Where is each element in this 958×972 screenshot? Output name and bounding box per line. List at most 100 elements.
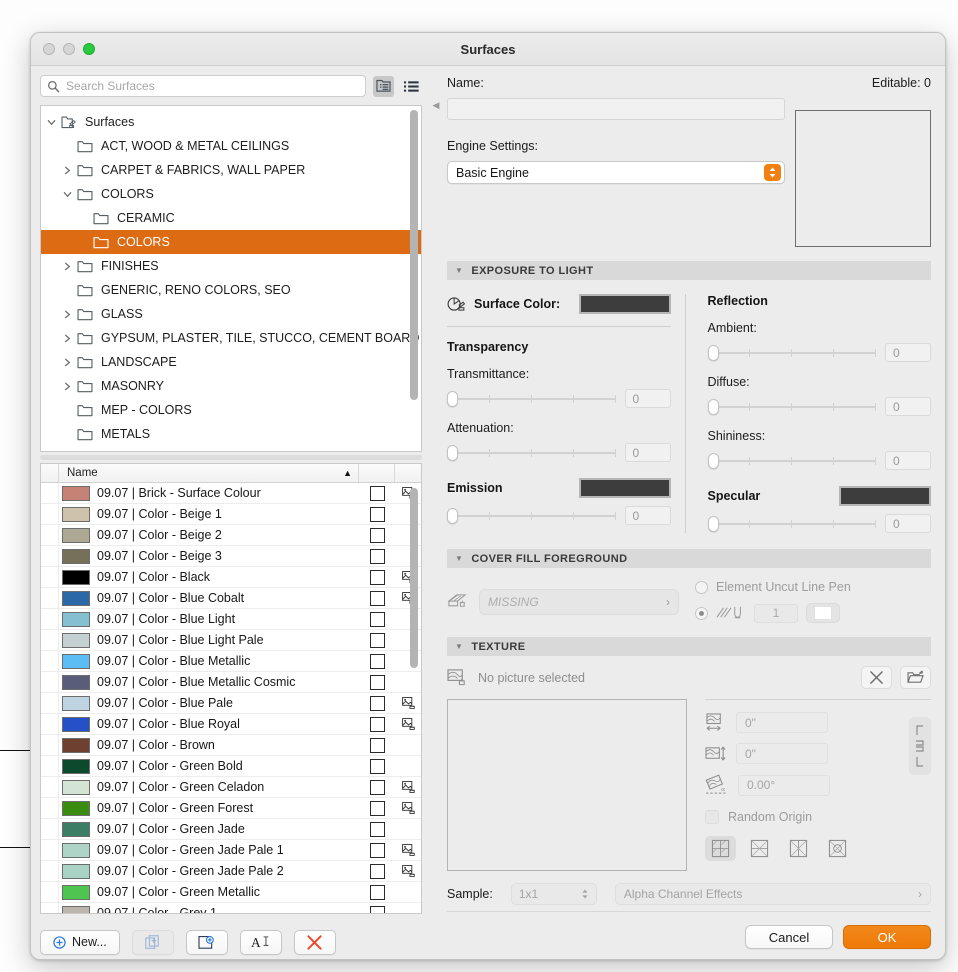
tree-vertical-scrollbar[interactable] xyxy=(410,110,418,400)
texture-open-button[interactable] xyxy=(900,666,931,689)
texture-link-proportions-button[interactable] xyxy=(909,717,931,775)
table-row[interactable]: 09.07 | Color - Blue Cobalt xyxy=(41,588,421,609)
orient-mirror-x-icon[interactable] xyxy=(744,836,775,861)
texture-section-header[interactable]: ▼ TEXTURE xyxy=(447,637,931,656)
search-input-container[interactable] xyxy=(40,75,366,97)
diffuse-value[interactable]: 0 xyxy=(885,397,931,416)
surface-checkbox[interactable] xyxy=(369,758,385,774)
table-row[interactable]: 09.07 | Color - Blue Light Pale xyxy=(41,630,421,651)
tree-item-metals[interactable]: METALS xyxy=(41,422,421,446)
surface-checkbox[interactable] xyxy=(369,674,385,690)
horizontal-splitter[interactable] xyxy=(40,452,422,463)
table-row[interactable]: 09.07 | Color - Blue Pale xyxy=(41,693,421,714)
cover-fill-section-header[interactable]: ▼ COVER FILL FOREGROUND xyxy=(447,549,931,568)
transmittance-slider[interactable] xyxy=(447,390,616,407)
splitter-collapse-icon[interactable]: ◀ xyxy=(433,100,440,111)
texture-width-input[interactable]: 0" xyxy=(736,712,828,733)
sample-select[interactable]: 1x1 xyxy=(510,883,597,905)
surface-checkbox[interactable] xyxy=(369,779,385,795)
chevron-right-icon[interactable] xyxy=(63,334,77,343)
surface-checkbox[interactable] xyxy=(369,863,385,879)
table-row[interactable]: 09.07 | Color - Green Jade Pale 1 xyxy=(41,840,421,861)
table-row[interactable]: 09.07 | Color - Green Bold xyxy=(41,756,421,777)
engine-settings-select[interactable]: Basic Engine xyxy=(447,161,785,184)
random-origin-checkbox[interactable] xyxy=(705,810,719,824)
tree-item-surfaces[interactable]: Surfaces xyxy=(41,110,421,134)
table-row[interactable]: 09.07 | Color - Green Jade xyxy=(41,819,421,840)
specular-color-swatch[interactable] xyxy=(839,486,931,506)
shininess-slider[interactable] xyxy=(707,452,876,469)
table-row[interactable]: 09.07 | Color - Green Forest xyxy=(41,798,421,819)
ok-button[interactable]: OK xyxy=(843,925,931,949)
tree-item-carpet-fabrics-wall-paper[interactable]: CARPET & FABRICS, WALL PAPER xyxy=(41,158,421,182)
duplicate-surface-button[interactable] xyxy=(131,929,174,955)
tree-item-landscape[interactable]: LANDSCAPE xyxy=(41,350,421,374)
ambient-slider[interactable] xyxy=(707,344,876,361)
surface-checkbox[interactable] xyxy=(369,821,385,837)
tree-item-glass[interactable]: GLASS xyxy=(41,302,421,326)
surface-checkbox[interactable] xyxy=(369,485,385,501)
search-input[interactable] xyxy=(66,79,359,93)
surfaces-list[interactable]: Name ▲ 09.07 | Brick - Surface Colour 09.… xyxy=(40,463,422,914)
custom-pen-radio-row[interactable]: 1 xyxy=(695,603,931,623)
tree-item-colors[interactable]: COLORS xyxy=(41,230,421,254)
table-row[interactable]: 09.07 | Color - Beige 1 xyxy=(41,504,421,525)
orient-rotate-icon[interactable] xyxy=(822,836,853,861)
cancel-button[interactable]: Cancel xyxy=(745,925,833,949)
exposure-section-header[interactable]: ▼ EXPOSURE TO LIGHT xyxy=(447,261,931,280)
table-row[interactable]: 09.07 | Color - Green Jade Pale 2 xyxy=(41,861,421,882)
chevron-right-icon[interactable] xyxy=(63,166,77,175)
list-vertical-scrollbar[interactable] xyxy=(410,488,418,668)
table-row[interactable]: 09.07 | Color - Grey 1 xyxy=(41,903,421,913)
table-row[interactable]: 09.07 | Color - Blue Light xyxy=(41,609,421,630)
texture-angle-input[interactable]: 0.00° xyxy=(738,774,830,796)
surface-checkbox[interactable] xyxy=(369,611,385,627)
table-row[interactable]: 09.07 | Color - Blue Royal xyxy=(41,714,421,735)
surfaces-tree[interactable]: Surfaces ACT, WOOD & METAL CEILINGS CARPET… xyxy=(40,105,422,452)
surface-checkbox[interactable] xyxy=(369,653,385,669)
custom-pen-radio[interactable] xyxy=(695,606,708,620)
new-surface-button[interactable]: New... xyxy=(40,929,120,955)
orient-normal-icon[interactable] xyxy=(705,836,736,861)
diffuse-slider[interactable] xyxy=(707,398,876,415)
uncut-pen-radio-row[interactable]: Element Uncut Line Pen xyxy=(695,580,931,594)
table-row[interactable]: 09.07 | Color - Beige 3 xyxy=(41,546,421,567)
chevron-right-icon[interactable] xyxy=(63,310,77,319)
table-row[interactable]: 09.07 | Brick - Surface Colour xyxy=(41,483,421,504)
surface-color-swatch[interactable] xyxy=(578,294,671,314)
tree-item-ceramic[interactable]: CERAMIC xyxy=(41,206,421,230)
table-row[interactable]: 09.07 | Color - Green Celadon xyxy=(41,777,421,798)
list-header-name-col[interactable]: Name ▲ xyxy=(59,464,359,482)
transmittance-value[interactable]: 0 xyxy=(624,389,671,408)
alpha-channel-effects-button[interactable]: Alpha Channel Effects › xyxy=(614,883,931,905)
uncut-pen-radio[interactable] xyxy=(695,580,708,594)
chevron-down-icon[interactable] xyxy=(47,118,61,127)
table-row[interactable]: 09.07 | Color - Brown xyxy=(41,735,421,756)
tree-view-toggle[interactable] xyxy=(373,75,394,97)
table-row[interactable]: 09.07 | Color - Green Metallic xyxy=(41,882,421,903)
chevron-right-icon[interactable] xyxy=(63,262,77,271)
table-row[interactable]: 09.07 | Color - Blue Metallic Cosmic xyxy=(41,672,421,693)
surface-name-input[interactable] xyxy=(447,98,785,120)
surface-checkbox[interactable] xyxy=(369,527,385,543)
attenuation-slider[interactable] xyxy=(447,444,616,461)
texture-height-input[interactable]: 0" xyxy=(736,743,828,764)
table-row[interactable]: 09.07 | Color - Black xyxy=(41,567,421,588)
surface-checkbox[interactable] xyxy=(369,506,385,522)
table-row[interactable]: 09.07 | Color - Beige 2 xyxy=(41,525,421,546)
tree-item-gypsum-plaster-tile-stucco-cement-board[interactable]: GYPSUM, PLASTER, TILE, STUCCO, CEMENT BO… xyxy=(41,326,421,350)
emission-slider[interactable] xyxy=(447,507,616,524)
tree-item-finishes[interactable]: FINISHES xyxy=(41,254,421,278)
pen-number-input[interactable]: 1 xyxy=(754,603,798,623)
shininess-value[interactable]: 0 xyxy=(885,451,931,470)
specular-slider[interactable] xyxy=(707,515,876,532)
tree-item-generic-reno-colors-seo[interactable]: GENERIC, RENO COLORS, SEO xyxy=(41,278,421,302)
table-row[interactable]: 09.07 | Color - Blue Metallic xyxy=(41,651,421,672)
tree-item-act-wood-metal-ceilings[interactable]: ACT, WOOD & METAL CEILINGS xyxy=(41,134,421,158)
surface-checkbox[interactable] xyxy=(369,590,385,606)
surface-checkbox[interactable] xyxy=(369,737,385,753)
specular-value[interactable]: 0 xyxy=(885,514,931,533)
surface-checkbox[interactable] xyxy=(369,884,385,900)
surface-checkbox[interactable] xyxy=(369,569,385,585)
surface-checkbox[interactable] xyxy=(369,800,385,816)
